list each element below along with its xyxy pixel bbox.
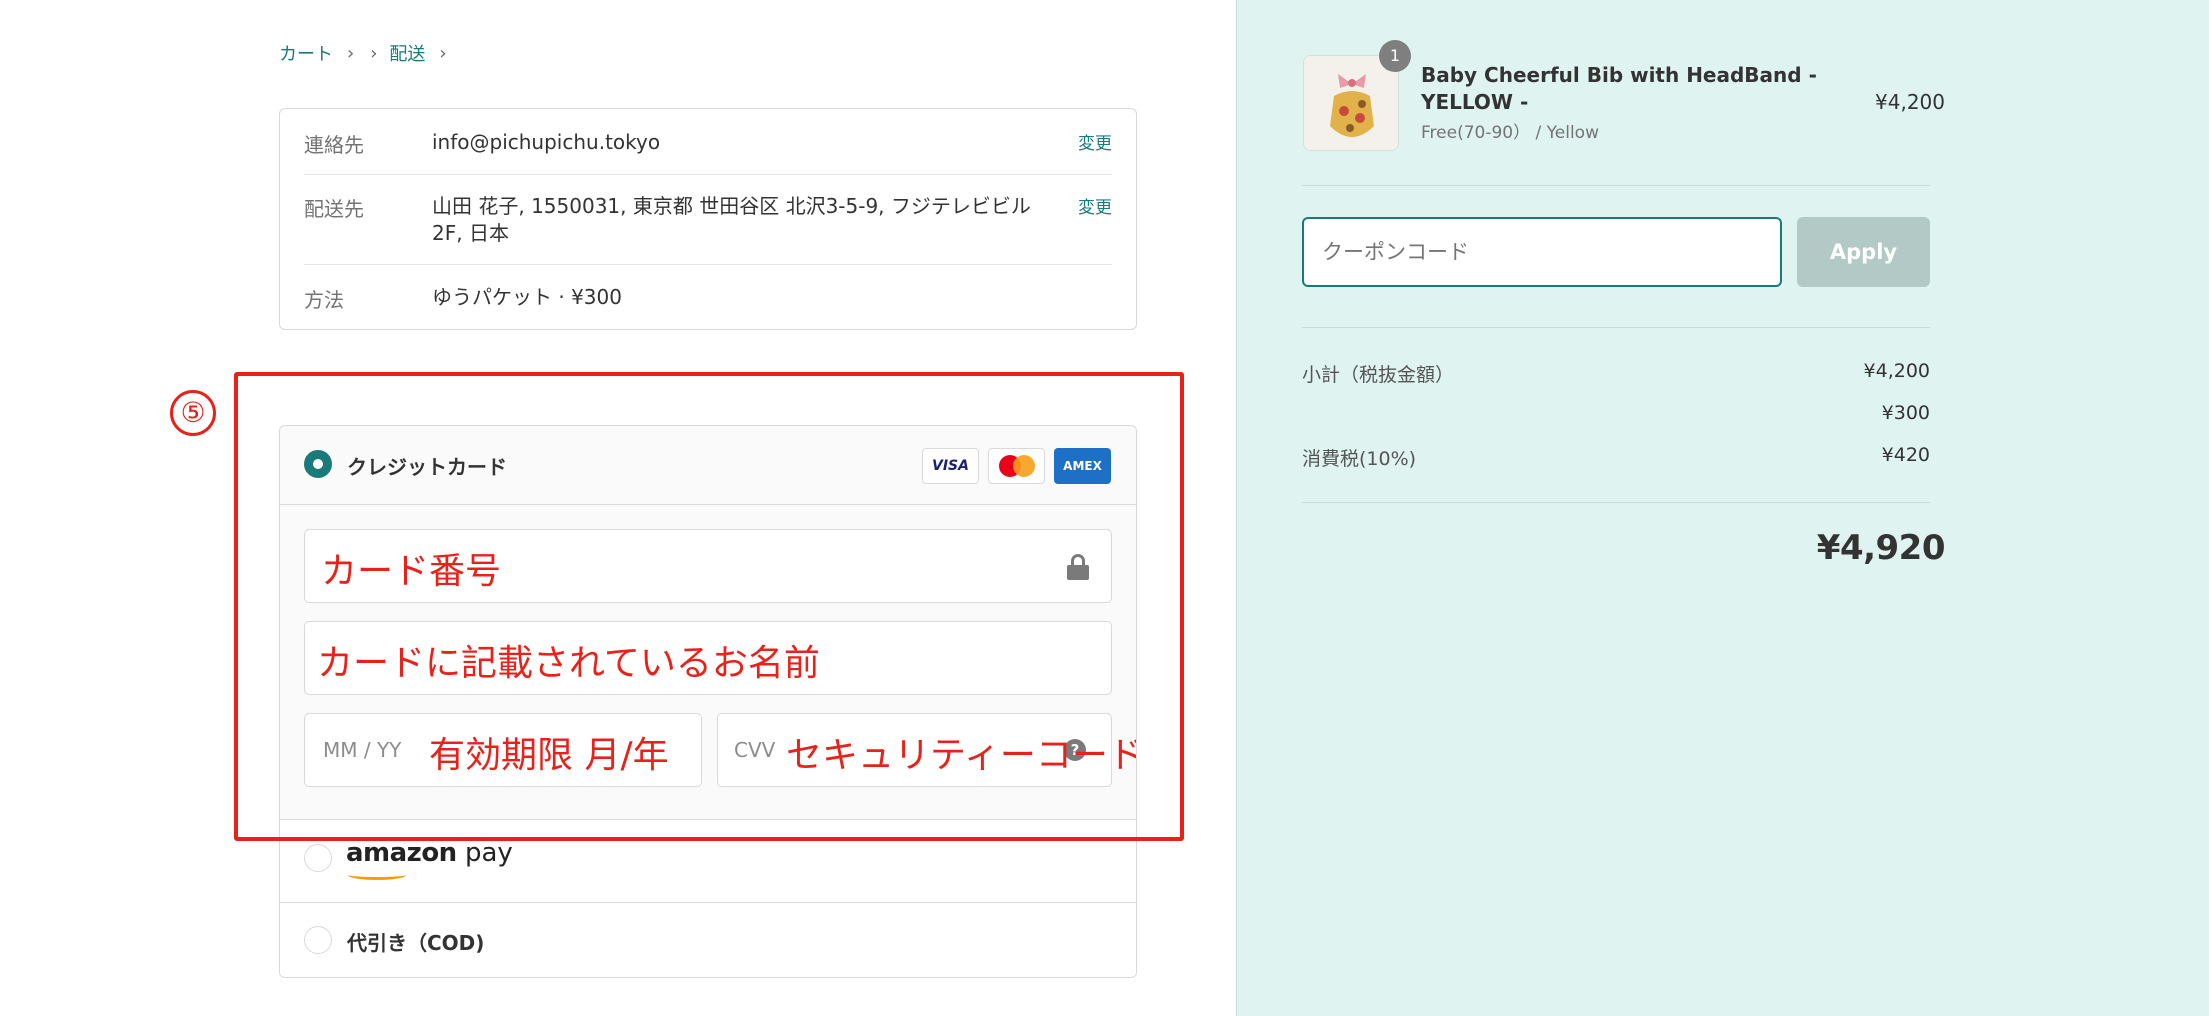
amazon-pay-radio[interactable]	[304, 844, 332, 872]
method-value: ゆうパケット · ¥300	[432, 285, 622, 309]
order-summary: 1 Baby Cheerful Bib with HeadBand - YELL…	[1236, 0, 2209, 1016]
ship-to-row: 配送先 山田 花子, 1550031, 東京都 世田谷区 北沢3-5-9, フジ…	[304, 193, 1112, 247]
shipping-row: ¥300	[1302, 402, 1930, 424]
product-variant: Free(70-90） / Yellow	[1421, 123, 1599, 143]
tax-value: ¥420	[1881, 444, 1930, 466]
change-address-link[interactable]: 変更	[1078, 193, 1112, 247]
product-thumbnail	[1303, 55, 1399, 151]
cod-option[interactable]: 代引き（COD)	[280, 903, 1136, 977]
tax-label: 消費税(10%)	[1302, 448, 1417, 470]
amazon-pay-logo-icon: amazon pay	[346, 838, 513, 880]
method-row: 方法 ゆうパケット · ¥300	[304, 284, 1112, 313]
checkout-page: カート › › 配送 › 連絡先 info@pichupichu.tokyo 変…	[0, 0, 2209, 1016]
shipping-value: ¥300	[1881, 402, 1930, 424]
divider	[1302, 502, 1930, 503]
tax-row: 消費税(10%) ¥420	[1302, 444, 1930, 471]
method-label: 方法	[304, 288, 344, 312]
subtotal-row: 小計（税抜金額） ¥4,200	[1302, 360, 1930, 387]
checkout-main: カート › › 配送 › 連絡先 info@pichupichu.tokyo 変…	[0, 0, 1236, 1016]
ship-to-value: 山田 花子, 1550031, 東京都 世田谷区 北沢3-5-9, フジテレビビ…	[432, 194, 1031, 245]
cod-radio[interactable]	[304, 926, 332, 954]
change-contact-link[interactable]: 変更	[1078, 129, 1112, 158]
product-price: ¥4,200	[1875, 90, 1945, 114]
chevron-right-icon: ›	[347, 42, 355, 64]
divider	[304, 264, 1112, 265]
subtotal-label: 小計（税抜金額）	[1302, 364, 1455, 386]
subtotal-value: ¥4,200	[1863, 360, 1930, 382]
ship-to-label: 配送先	[304, 197, 364, 221]
contact-value: info@pichupichu.tokyo	[432, 130, 661, 154]
chevron-right-icon: ›	[439, 42, 447, 64]
pay-logo-text: pay	[456, 838, 513, 868]
product-title: Baby Cheerful Bib with HeadBand - YELLOW…	[1421, 63, 1817, 114]
coupon-input[interactable]	[1302, 217, 1782, 287]
cod-label: 代引き（COD)	[347, 931, 485, 955]
apply-coupon-button[interactable]: Apply	[1797, 217, 1930, 287]
divider	[304, 174, 1112, 175]
annotation-highlight-box	[234, 372, 1184, 841]
breadcrumb: カート › › 配送 ›	[279, 40, 459, 66]
bib-image-icon	[1304, 56, 1398, 150]
divider	[1302, 185, 1930, 186]
contact-label: 連絡先	[304, 133, 364, 157]
quantity-badge: 1	[1379, 40, 1411, 72]
breadcrumb-cart[interactable]: カート	[279, 40, 333, 66]
contact-row: 連絡先 info@pichupichu.tokyo 変更	[304, 129, 1112, 158]
chevron-right-icon: ›	[370, 42, 378, 64]
divider	[1302, 327, 1930, 328]
amazon-logo-text: amazon	[346, 838, 457, 868]
breadcrumb-shipping[interactable]: 配送	[389, 40, 425, 66]
total-amount: ¥4,920	[1816, 528, 1946, 568]
step-number-badge: ⑤	[170, 390, 216, 436]
review-box: 連絡先 info@pichupichu.tokyo 変更 配送先 山田 花子, …	[279, 108, 1137, 330]
